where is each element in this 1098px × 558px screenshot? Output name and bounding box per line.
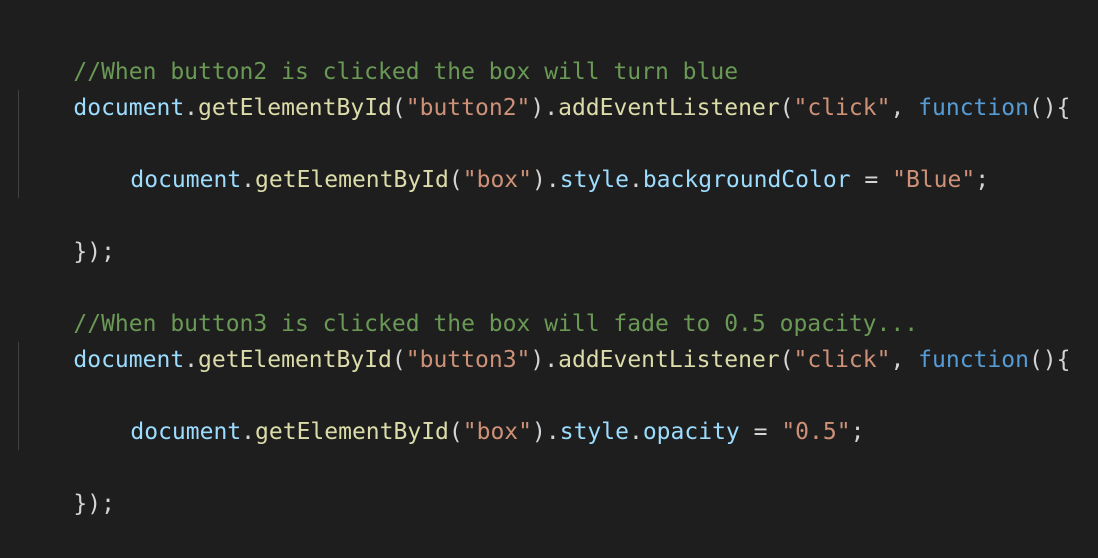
indent-guide (18, 126, 19, 162)
indent-guide (18, 90, 19, 126)
code-line-5 (18, 162, 1098, 198)
code-line-8: //When button3 is clicked the box will f… (18, 270, 1098, 337)
indent-guide (18, 162, 19, 198)
code-line-11: document.getElementById("box").style.opa… (18, 378, 1098, 445)
code-line-6: }); (18, 198, 1098, 265)
code-line-12 (18, 414, 1098, 450)
code-line-4: document.getElementById("box").style.bac… (18, 126, 1098, 193)
code-line-1: //When button2 is clicked the box will t… (18, 18, 1098, 85)
code-line-10 (18, 342, 1098, 378)
indent-guide (18, 414, 19, 450)
code-line-13: }); (18, 450, 1098, 517)
closing-brace: }); (73, 491, 115, 517)
code-line-9: document.getElementById("button3").addEv… (18, 306, 1098, 373)
indent-guide (18, 378, 19, 414)
code-editor[interactable]: //When button2 is clicked the box will t… (0, 0, 1098, 517)
code-line-3 (18, 90, 1098, 126)
code-line-2: document.getElementById("button2").addEv… (18, 54, 1098, 121)
indent-guide (18, 342, 19, 378)
